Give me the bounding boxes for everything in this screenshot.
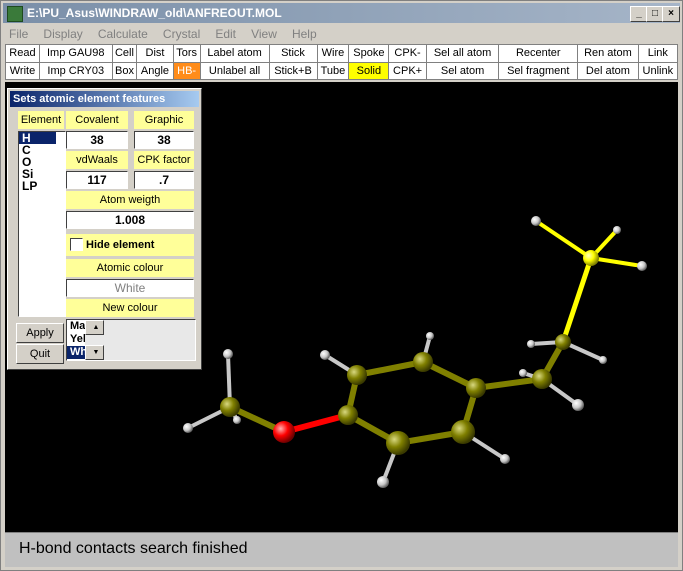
hydrogen-atom[interactable] <box>183 423 193 433</box>
element-list[interactable]: H C O Si LP <box>18 131 66 317</box>
label-atom-button[interactable]: Label atom <box>199 44 270 63</box>
panel-title[interactable]: Sets atomic element features <box>10 91 199 107</box>
dist-button[interactable]: Dist <box>136 44 174 63</box>
atom-weight-label: Atom weigth <box>66 191 194 209</box>
graphic-label: Graphic <box>134 111 194 129</box>
hide-element-checkbox[interactable] <box>70 238 83 251</box>
wire-button[interactable]: Wire <box>316 44 350 63</box>
unlabel-all-button[interactable]: Unlabel all <box>199 61 270 80</box>
status-message: H-bond contacts search finished <box>19 540 248 557</box>
read-button[interactable]: Read <box>5 44 40 63</box>
bonds <box>187 219 643 483</box>
box-button[interactable]: Box <box>111 61 138 80</box>
cell-button[interactable]: Cell <box>111 44 138 63</box>
carbon-atom[interactable] <box>347 365 367 385</box>
toolbar: Read Imp GAU98 Cell Dist Tors Label atom… <box>5 44 679 80</box>
title-bar[interactable]: E:\PU_Asus\WINDRAW_old\ANFREOUT.MOL _ □ … <box>3 3 680 23</box>
tube-button[interactable]: Tube <box>316 61 350 80</box>
sel-atom-button[interactable]: Sel atom <box>425 61 500 80</box>
del-atom-button[interactable]: Del atom <box>577 61 639 80</box>
carbon-atom[interactable] <box>451 420 475 444</box>
tors-button[interactable]: Tors <box>172 44 201 63</box>
atom-weight-field[interactable]: 1.008 <box>66 211 194 229</box>
hb-minus-button[interactable]: HB- <box>172 61 201 80</box>
hydrogen-atom[interactable] <box>426 332 434 340</box>
menu-display[interactable]: Display <box>37 25 88 43</box>
hydrogen-atom[interactable] <box>500 454 510 464</box>
carbon-atom[interactable] <box>386 431 410 455</box>
menu-bar: File Display Calculate Crystal Edit View… <box>3 25 680 43</box>
menu-view[interactable]: View <box>245 25 283 43</box>
spoke-button[interactable]: Spoke <box>348 44 390 63</box>
hydrogen-atom[interactable] <box>572 399 584 411</box>
link-button[interactable]: Link <box>637 44 679 63</box>
menu-crystal[interactable]: Crystal <box>157 25 206 43</box>
vdwaals-field[interactable]: 117 <box>66 171 128 189</box>
menu-file[interactable]: File <box>3 25 34 43</box>
vdwaals-label: vdWaals <box>66 151 128 169</box>
hydrogen-atom[interactable] <box>613 226 621 234</box>
colour-listbox[interactable]: Magenta Yellow White ▲ ▼ <box>66 319 196 361</box>
hydrogen-atom[interactable] <box>527 340 535 348</box>
carbon-atom[interactable] <box>413 352 433 372</box>
carbon-atom[interactable] <box>220 397 240 417</box>
silicon-atom[interactable] <box>583 250 599 266</box>
menu-edit[interactable]: Edit <box>209 25 242 43</box>
stick-b-button[interactable]: Stick+B <box>268 61 318 80</box>
apply-button[interactable]: Apply <box>16 323 64 343</box>
covalent-field[interactable]: 38 <box>66 131 128 149</box>
colour-scrollbar[interactable]: ▲ ▼ <box>85 320 195 360</box>
carbon-atom[interactable] <box>532 369 552 389</box>
scroll-down-icon[interactable]: ▼ <box>85 345 104 360</box>
app-window: E:\PU_Asus\WINDRAW_old\ANFREOUT.MOL _ □ … <box>0 0 683 571</box>
status-bar: H-bond contacts search finished <box>5 532 678 567</box>
element-features-panel: Sets atomic element features Element H C… <box>7 88 202 370</box>
hydrogen-atom[interactable] <box>599 356 607 364</box>
hydrogen-atom[interactable] <box>223 349 233 359</box>
carbon-atom[interactable] <box>338 405 358 425</box>
graphic-field[interactable]: 38 <box>134 131 194 149</box>
imp-cry03-button[interactable]: Imp CRY03 <box>38 61 113 80</box>
cpk-minus-button[interactable]: CPK- <box>388 44 427 63</box>
unlink-button[interactable]: Unlink <box>637 61 679 80</box>
hydrogen-atom[interactable] <box>320 350 330 360</box>
element-label: Element <box>18 111 64 129</box>
quit-button[interactable]: Quit <box>16 344 64 364</box>
atomic-colour-label: Atomic colour <box>66 259 194 277</box>
imp-gau98-button[interactable]: Imp GAU98 <box>38 44 113 63</box>
stick-button[interactable]: Stick <box>268 44 318 63</box>
carbon-atom[interactable] <box>555 334 571 350</box>
hydrogen-atom[interactable] <box>637 261 647 271</box>
menu-calculate[interactable]: Calculate <box>92 25 154 43</box>
atomic-colour-field: White <box>66 279 194 297</box>
oxygen-atom[interactable] <box>273 421 295 443</box>
hydrogen-atom[interactable] <box>377 476 389 488</box>
menu-help[interactable]: Help <box>286 25 323 43</box>
hydrogen-atom[interactable] <box>519 369 527 377</box>
element-item-lp[interactable]: LP <box>19 180 65 192</box>
app-icon <box>7 6 23 22</box>
write-button[interactable]: Write <box>5 61 40 80</box>
sel-all-atom-button[interactable]: Sel all atom <box>425 44 500 63</box>
solid-button[interactable]: Solid <box>348 61 390 80</box>
cpk-factor-label: CPK factor <box>134 151 194 169</box>
ren-atom-button[interactable]: Ren atom <box>577 44 639 63</box>
hydrogen-atom[interactable] <box>531 216 541 226</box>
new-colour-label: New colour <box>66 299 194 317</box>
carbon-atom[interactable] <box>466 378 486 398</box>
covalent-label: Covalent <box>66 111 128 129</box>
hydrogen-atom[interactable] <box>233 416 241 424</box>
window-title: E:\PU_Asus\WINDRAW_old\ANFREOUT.MOL <box>27 6 282 20</box>
scroll-up-icon[interactable]: ▲ <box>85 320 104 335</box>
cpk-plus-button[interactable]: CPK+ <box>388 61 427 80</box>
angle-button[interactable]: Angle <box>136 61 174 80</box>
cpk-factor-field[interactable]: .7 <box>134 171 194 189</box>
hide-element-label: Hide element <box>86 239 155 251</box>
sel-fragment-button[interactable]: Sel fragment <box>498 61 579 80</box>
atoms <box>183 216 647 488</box>
hide-element-row: Hide element <box>66 234 194 256</box>
recenter-button[interactable]: Recenter <box>498 44 579 63</box>
close-button[interactable]: × <box>662 6 680 22</box>
